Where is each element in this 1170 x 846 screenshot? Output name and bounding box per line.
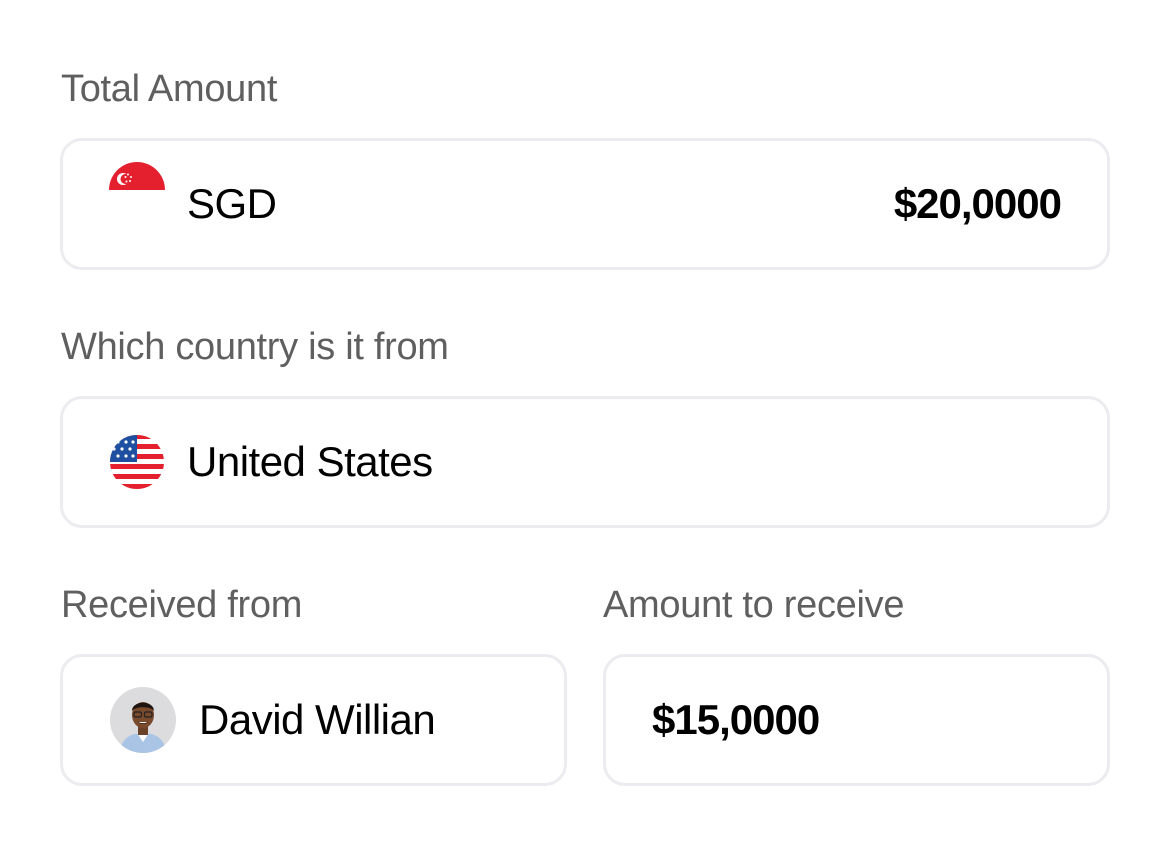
currency-code: SGD (187, 180, 277, 227)
singapore-flag-icon (109, 162, 165, 190)
amount-to-receive-value: $15,0000 (652, 696, 820, 743)
total-amount-field[interactable]: SGD $20,0000 (60, 138, 1110, 270)
country-value: United States (187, 438, 433, 485)
received-from-field[interactable]: David Willian (60, 654, 567, 786)
amount-to-receive-field[interactable]: $15,0000 (603, 654, 1110, 786)
amount-to-receive-label: Amount to receive (603, 584, 905, 626)
total-amount-value: $20,0000 (893, 180, 1062, 227)
sender-name: David Willian (199, 696, 436, 743)
total-amount-label: Total Amount (61, 68, 278, 110)
received-from-label: Received from (61, 584, 303, 626)
country-label: Which country is it from (61, 326, 449, 368)
us-flag-icon (110, 435, 164, 489)
country-field[interactable]: United States (60, 396, 1110, 528)
avatar (110, 687, 176, 753)
